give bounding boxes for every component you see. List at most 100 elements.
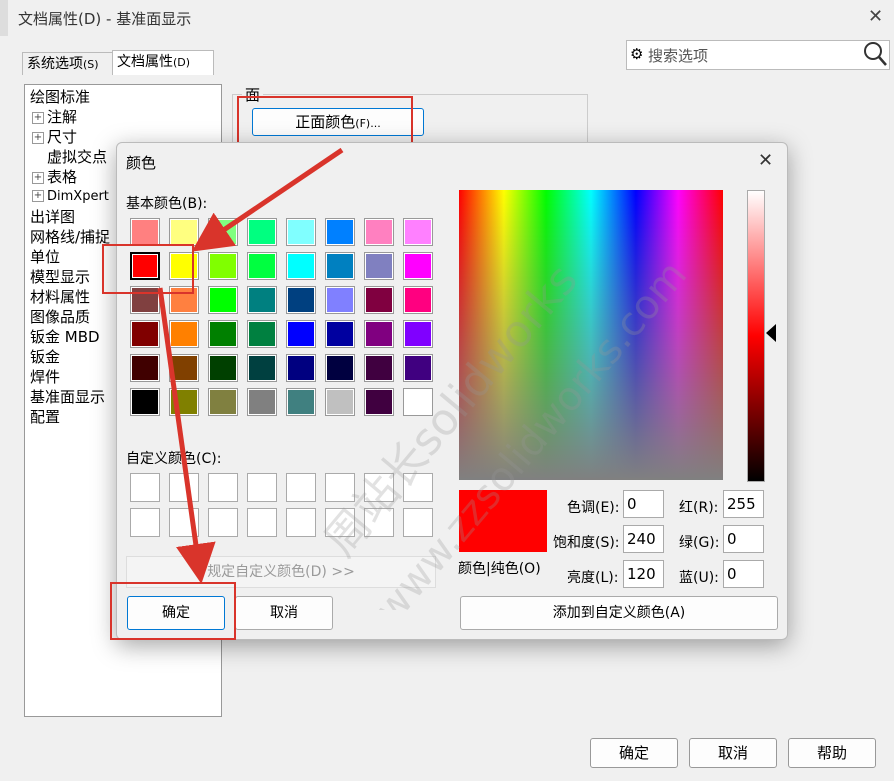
custom-color-swatch[interactable] (403, 508, 433, 537)
tab-document-properties[interactable]: 文档属性(D) (112, 50, 214, 75)
basic-color-swatch[interactable] (286, 218, 316, 246)
tree-item[interactable]: 材料属性 (30, 286, 90, 307)
tree-item[interactable]: 钣金 (30, 346, 60, 367)
basic-color-swatch[interactable] (325, 218, 355, 246)
custom-color-swatch[interactable] (130, 508, 160, 537)
basic-color-swatch[interactable] (247, 286, 277, 314)
basic-color-swatch[interactable] (325, 388, 355, 416)
help-button[interactable]: 帮助 (788, 738, 876, 768)
tree-item[interactable]: 网格线/捕捉 (30, 226, 110, 247)
green-input[interactable]: 0 (723, 525, 764, 553)
basic-color-swatch[interactable] (364, 286, 394, 314)
close-icon[interactable]: ✕ (758, 150, 773, 171)
basic-color-swatch[interactable] (403, 320, 433, 348)
blue-input[interactable]: 0 (723, 560, 764, 588)
basic-color-swatch[interactable] (208, 354, 238, 382)
basic-color-swatch[interactable] (286, 320, 316, 348)
basic-color-swatch[interactable] (403, 354, 433, 382)
close-icon[interactable]: ✕ (868, 6, 883, 27)
custom-color-swatch[interactable] (169, 473, 199, 502)
basic-color-swatch[interactable] (130, 320, 160, 348)
basic-color-swatch[interactable] (286, 388, 316, 416)
tree-item[interactable]: + 注解 (32, 106, 77, 127)
basic-color-swatch[interactable] (286, 286, 316, 314)
basic-color-swatch[interactable] (247, 252, 277, 280)
gear-icon[interactable]: ⚙ (630, 45, 643, 63)
tree-item[interactable]: 配置 (30, 406, 60, 427)
basic-color-swatch[interactable] (364, 218, 394, 246)
basic-color-swatch[interactable] (130, 354, 160, 382)
basic-color-swatch[interactable] (403, 218, 433, 246)
basic-color-swatch[interactable] (286, 354, 316, 382)
custom-color-swatch[interactable] (325, 508, 355, 537)
basic-color-swatch[interactable] (364, 320, 394, 348)
tree-item[interactable]: 焊件 (30, 366, 60, 387)
tree-item[interactable]: 单位 (30, 246, 60, 267)
color-spectrum[interactable] (459, 190, 723, 480)
basic-color-swatch[interactable] (247, 354, 277, 382)
basic-color-swatch[interactable] (130, 388, 160, 416)
luminance-arrow-icon[interactable] (766, 324, 776, 342)
basic-color-swatch[interactable] (403, 388, 433, 416)
basic-color-swatch[interactable] (130, 218, 160, 246)
expand-icon[interactable]: + (32, 131, 44, 144)
custom-color-swatch[interactable] (169, 508, 199, 537)
custom-color-swatch[interactable] (364, 473, 394, 502)
basic-color-swatch[interactable] (247, 218, 277, 246)
basic-color-swatch[interactable] (208, 320, 238, 348)
search-icon[interactable] (862, 38, 888, 68)
add-to-custom-colors-button[interactable]: 添加到自定义颜色(A) (460, 596, 778, 630)
expand-icon[interactable]: + (32, 171, 44, 184)
basic-color-swatch[interactable] (169, 388, 199, 416)
basic-color-swatch[interactable] (208, 252, 238, 280)
basic-color-swatch[interactable] (169, 320, 199, 348)
expand-icon[interactable]: + (32, 111, 44, 124)
custom-color-swatch[interactable] (325, 473, 355, 502)
cancel-button[interactable]: 取消 (689, 738, 777, 768)
basic-color-swatch[interactable] (169, 218, 199, 246)
basic-color-swatch[interactable] (208, 218, 238, 246)
basic-color-swatch[interactable] (325, 320, 355, 348)
tree-item[interactable]: 出详图 (30, 206, 75, 227)
expand-icon[interactable]: + (32, 189, 44, 202)
basic-color-swatch[interactable] (403, 286, 433, 314)
basic-color-swatch[interactable] (247, 388, 277, 416)
tree-item[interactable]: 图像品质 (30, 306, 90, 327)
basic-color-swatch[interactable] (364, 388, 394, 416)
dialog-cancel-button[interactable]: 取消 (235, 596, 333, 630)
tree-item[interactable]: 钣金 MBD (30, 326, 100, 347)
custom-color-swatch[interactable] (286, 508, 316, 537)
red-input[interactable]: 255 (723, 490, 764, 518)
basic-color-swatch[interactable] (364, 252, 394, 280)
basic-color-swatch[interactable] (325, 354, 355, 382)
basic-color-swatch[interactable] (325, 286, 355, 314)
tree-item[interactable]: 绘图标准 (30, 86, 90, 107)
tree-item[interactable]: + DimXpert (32, 186, 109, 204)
basic-color-swatch[interactable] (169, 354, 199, 382)
sat-input[interactable]: 240 (623, 525, 664, 553)
custom-color-swatch[interactable] (208, 508, 238, 537)
lum-input[interactable]: 120 (623, 560, 664, 588)
custom-color-swatch[interactable] (364, 508, 394, 537)
tree-item[interactable]: 基准面显示 (30, 386, 105, 407)
custom-color-swatch[interactable] (247, 473, 277, 502)
hue-input[interactable]: 0 (623, 490, 664, 518)
tree-item[interactable]: 虚拟交点 (32, 146, 107, 167)
basic-color-swatch[interactable] (247, 320, 277, 348)
basic-color-swatch[interactable] (403, 252, 433, 280)
tree-item[interactable]: + 尺寸 (32, 126, 77, 147)
basic-color-swatch[interactable] (208, 286, 238, 314)
basic-color-swatch[interactable] (208, 388, 238, 416)
luminance-slider[interactable] (747, 190, 765, 482)
custom-color-swatch[interactable] (208, 473, 238, 502)
basic-color-swatch[interactable] (325, 252, 355, 280)
custom-color-swatch[interactable] (286, 473, 316, 502)
tab-system-options[interactable]: 系统选项(S) (22, 52, 118, 75)
custom-color-swatch[interactable] (403, 473, 433, 502)
tree-item[interactable]: + 表格 (32, 166, 77, 187)
custom-color-swatch[interactable] (130, 473, 160, 502)
ok-button[interactable]: 确定 (590, 738, 678, 768)
custom-color-swatch[interactable] (247, 508, 277, 537)
basic-color-swatch[interactable] (286, 252, 316, 280)
basic-color-swatch[interactable] (364, 354, 394, 382)
